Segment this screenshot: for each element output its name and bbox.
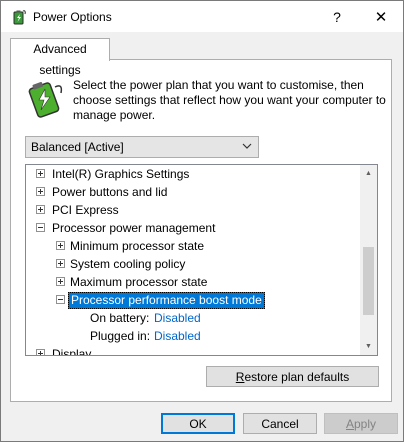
ok-button[interactable]: OK [161, 413, 235, 434]
restore-plan-defaults-button[interactable]: Restore plan defaults [206, 366, 379, 387]
setting-label: On battery: [90, 311, 150, 325]
power-plan-selected: Balanced [Active] [31, 140, 124, 154]
scroll-down-arrow-icon[interactable]: ▼ [360, 338, 377, 355]
window-title: Power Options [33, 10, 112, 24]
settings-tree[interactable]: Intel(R) Graphics Settings Power buttons… [25, 164, 378, 356]
collapse-icon[interactable] [56, 295, 65, 304]
title-bar[interactable]: Power Options ? ✕ [1, 1, 403, 32]
expand-icon[interactable] [56, 259, 65, 268]
expand-icon[interactable] [56, 277, 65, 286]
description-text: Select the power plan that you want to c… [73, 78, 386, 122]
tab-advanced-settings[interactable]: Advanced settings [10, 38, 110, 77]
expand-icon[interactable] [36, 169, 45, 178]
apply-accelerator: A [345, 416, 354, 431]
tree-item-label-selected: Processor performance boost mode [68, 292, 265, 309]
scroll-up-arrow-icon[interactable]: ▲ [360, 165, 377, 182]
apply-label: pply [354, 416, 377, 431]
chevron-down-icon [242, 143, 252, 149]
tree-item-label: Maximum processor state [70, 275, 208, 289]
restore-label: estore plan defaults [244, 369, 350, 384]
tree-item-label: Power buttons and lid [52, 185, 168, 199]
restore-accelerator: R [235, 369, 245, 384]
tree-item-label: Processor power management [52, 221, 216, 235]
power-options-icon [13, 10, 26, 25]
close-button[interactable]: ✕ [363, 1, 399, 32]
tree-item-label: Minimum processor state [70, 239, 205, 253]
tree-item-label: PCI Express [52, 203, 119, 217]
collapse-icon[interactable] [36, 223, 45, 232]
tree-scrollbar[interactable]: ▲ ▼ [360, 165, 377, 355]
cancel-button[interactable]: Cancel [243, 413, 317, 434]
tree-item-label: Display [52, 347, 92, 356]
on-battery-value[interactable]: Disabled [154, 309, 201, 327]
expand-icon[interactable] [36, 187, 45, 196]
scroll-thumb[interactable] [363, 247, 374, 315]
expand-icon[interactable] [36, 205, 45, 214]
tree-item-label: Intel(R) Graphics Settings [52, 167, 190, 181]
expand-icon[interactable] [56, 241, 65, 250]
plugged-in-value[interactable]: Disabled [154, 327, 201, 345]
setting-label: Plugged in: [90, 329, 151, 343]
battery-plan-icon [28, 81, 63, 118]
apply-button[interactable]: Apply [324, 413, 398, 434]
power-options-window: Power Options ? ✕ Advanced settings Sele… [0, 0, 404, 442]
help-button[interactable]: ? [319, 1, 355, 32]
expand-icon[interactable] [36, 349, 45, 355]
power-plan-dropdown[interactable]: Balanced [Active] [25, 136, 259, 158]
tree-item-label: System cooling policy [70, 257, 186, 271]
